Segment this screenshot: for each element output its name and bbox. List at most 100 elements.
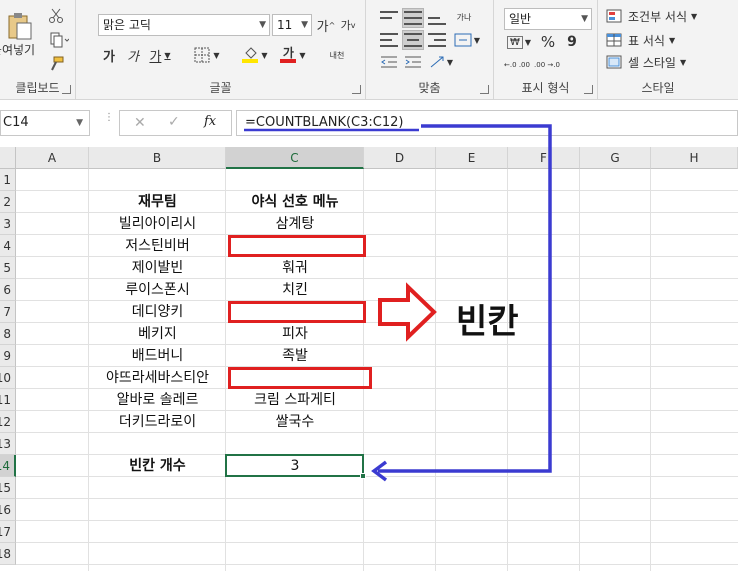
italic-button[interactable]: 가 [122,44,144,66]
font-color-button[interactable]: 가 ▼ [276,44,310,66]
column-header-h[interactable]: H [651,147,738,169]
cell-c2-header[interactable]: 야식 선호 메뉴 [226,191,364,213]
fill-color-button[interactable]: ▼ [238,44,272,66]
row-header-3[interactable]: 3 [0,213,16,235]
paste-label: 붙여넣기 [0,42,36,57]
decrease-indent-button[interactable] [378,52,400,72]
column-header-e[interactable]: E [436,147,508,169]
copy-button[interactable] [46,30,72,50]
conditional-format-button[interactable]: 조건부 서식 ▼ [606,6,716,26]
select-all-corner[interactable] [0,147,16,169]
cell-b11[interactable]: 알바로 솔레르 [89,389,226,411]
cut-button[interactable] [46,6,66,26]
phonetic-button[interactable]: 내천 [324,44,350,66]
decrease-decimal-button[interactable]: .00 →.0 [534,56,560,74]
shrink-font-button[interactable]: 가v [338,14,358,36]
align-right-button[interactable] [426,30,448,50]
cell-b7[interactable]: 데디양키 [89,301,226,323]
accounting-format-button[interactable]: ₩ ▼ [504,32,534,52]
fill-handle[interactable] [360,473,366,479]
row-header-11[interactable]: 11 [0,389,16,411]
increase-decimal-button[interactable]: ←.0 .00 [504,56,530,74]
shrink-font-label: 가 [340,19,351,32]
cell-styles-button[interactable]: 셀 스타일 ▼ [606,52,716,72]
cell-c8[interactable]: 피자 [226,323,364,345]
cell-c3[interactable]: 삼계탕 [226,213,364,235]
row-header-13[interactable]: 13 [0,433,16,455]
row-header-10[interactable]: 10 [0,367,16,389]
number-launcher-icon[interactable] [584,85,593,94]
row-header-4[interactable]: 4 [0,235,16,257]
cell-b10[interactable]: 야뜨라세바스티안 [89,367,226,389]
format-painter-button[interactable] [46,54,66,74]
row-header-5[interactable]: 5 [0,257,16,279]
cell-c12[interactable]: 쌀국수 [226,411,364,433]
align-top-button[interactable] [378,8,400,28]
merge-center-button[interactable]: ▼ [452,30,482,50]
row-header-18[interactable]: 18 [0,543,16,565]
enter-button[interactable]: ✓ [168,114,180,130]
column-header-a[interactable]: A [16,147,89,169]
orientation-button[interactable]: ▼ [426,52,456,72]
row-header-2[interactable]: 2 [0,191,16,213]
border-button[interactable]: ▼ [190,44,224,66]
cancel-button[interactable]: ✕ [134,115,146,131]
increase-indent-button[interactable] [402,52,424,72]
formula-input[interactable]: =COUNTBLANK(C3:C12) [236,110,738,136]
column-header-g[interactable]: G [580,147,651,169]
align-bottom-button[interactable] [426,8,448,28]
row-number: 13 [0,437,11,451]
cell-c11[interactable]: 크림 스파게티 [226,389,364,411]
spreadsheet-grid[interactable]: ABCDEFGH 123456789101112131415161718 재무팀… [0,147,738,571]
cell-b9[interactable]: 배드버니 [89,345,226,367]
format-as-table-button[interactable]: 표 서식 ▼ [606,30,716,50]
cell-b8[interactable]: 베키지 [89,323,226,345]
cell-c5[interactable]: 훠궈 [226,257,364,279]
row-header-9[interactable]: 9 [0,345,16,367]
cell-b2-header[interactable]: 재무팀 [89,191,226,213]
wrap-text-button[interactable]: 가나 [452,6,476,28]
column-header-f[interactable]: F [508,147,580,169]
align-left-button[interactable] [378,30,400,50]
cell-b12[interactable]: 더키드라로이 [89,411,226,433]
formula-bar-grip-icon[interactable]: ⋮ [104,113,114,130]
number-format-select[interactable]: 일반 ▼ [504,8,592,30]
align-middle-button[interactable] [402,8,424,28]
row-header-12[interactable]: 12 [0,411,16,433]
percent-style-button[interactable]: % [538,32,558,52]
column-header-d[interactable]: D [364,147,436,169]
row-header-17[interactable]: 17 [0,521,16,543]
blank-cell-highlight [228,367,372,389]
row-header-7[interactable]: 7 [0,301,16,323]
comma-style-button[interactable]: 9 [562,32,582,52]
row-header-16[interactable]: 16 [0,499,16,521]
selected-cell-c14[interactable] [225,454,364,477]
clipboard-launcher-icon[interactable] [62,85,71,94]
align-center-button[interactable] [402,30,424,50]
column-header-b[interactable]: B [89,147,226,169]
paste-button[interactable]: 붙여넣기 [0,4,40,64]
row-header-14[interactable]: 14 [0,455,16,477]
row-header-8[interactable]: 8 [0,323,16,345]
font-launcher-icon[interactable] [352,85,361,94]
font-size-select[interactable]: 11 ▼ [272,14,312,36]
alignment-launcher-icon[interactable] [480,85,489,94]
font-group: 맑은 고딕 ▼ 11 ▼ 가 ^ 가v 가 가 가 ▼ ▼ ▼ 가 ▼ 내천 글… [76,0,366,100]
name-box[interactable]: C14 ▼ [0,110,90,136]
font-name-select[interactable]: 맑은 고딕 ▼ [98,14,270,36]
row-header-15[interactable]: 15 [0,477,16,499]
cell-c9[interactable]: 족발 [226,345,364,367]
cell-b14-label[interactable]: 빈칸 개수 [89,455,226,477]
cell-b4[interactable]: 저스틴비버 [89,235,226,257]
cell-c6[interactable]: 치킨 [226,279,364,301]
row-header-6[interactable]: 6 [0,279,16,301]
insert-function-button[interactable]: fx [204,114,216,129]
bold-button[interactable]: 가 [98,44,120,66]
row-header-1[interactable]: 1 [0,169,16,191]
grow-font-button[interactable]: 가 ^ [316,14,336,36]
cell-b6[interactable]: 루이스폰시 [89,279,226,301]
cell-b3[interactable]: 빌리아이리시 [89,213,226,235]
column-header-c[interactable]: C [226,147,364,169]
cell-b5[interactable]: 제이발빈 [89,257,226,279]
underline-button[interactable]: 가 ▼ [146,44,174,66]
